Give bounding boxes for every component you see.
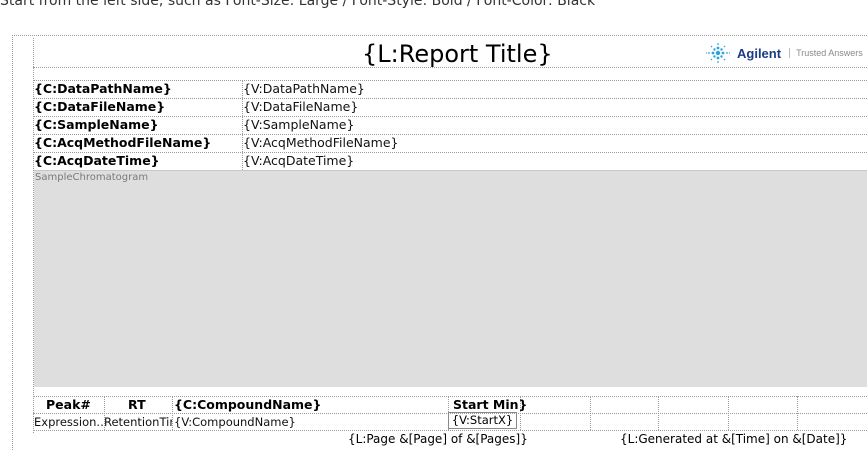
meta-label: {C:SampleName} [34, 117, 159, 132]
left-margin-guide [12, 35, 13, 450]
meta-row-acqdatetime[interactable]: {C:AcqDateTime} {V:AcqDateTime} [34, 152, 867, 170]
col-header-start-min[interactable]: Start Min} [453, 396, 527, 413]
meta-label: {C:AcqDateTime} [34, 153, 160, 168]
table-col-guide-2 [172, 396, 173, 430]
meta-value: {V:SampleName} [243, 117, 355, 132]
report-title-field[interactable]: {L:Report Title} [362, 40, 553, 68]
meta-label: {C:AcqMethodFileName} [34, 135, 212, 150]
meta-value: {V:AcqMethodFileName} [243, 135, 399, 150]
col-header-rt[interactable]: RT [128, 396, 146, 413]
logo-name: Agilent [737, 45, 782, 61]
agilent-logo[interactable]: Agilent Trusted Answers [705, 41, 863, 65]
meta-row-acqmethod[interactable]: {C:AcqMethodFileName} {V:AcqMethodFileNa… [34, 134, 867, 152]
table-col-guide-5 [590, 396, 591, 430]
sample-chromatogram-placeholder[interactable]: SampleChromatogram [34, 170, 867, 387]
cell-compound-name[interactable]: {V:CompoundName} [174, 414, 444, 430]
meta-label: {C:DataPathName} [34, 81, 172, 96]
footer-page-number[interactable]: {L:Page &[Page] of &[Pages]} [348, 432, 528, 446]
meta-value: {V:AcqDateTime} [243, 153, 355, 168]
chromatogram-label: SampleChromatogram [35, 172, 149, 183]
meta-value: {V:DataFileName} [243, 99, 359, 114]
meta-value: {V:DataPathName} [243, 81, 365, 96]
col-header-compound[interactable]: {C:CompoundName} [174, 396, 321, 413]
agilent-spark-icon [705, 43, 731, 63]
cell-retention-time[interactable]: RetentionTir [104, 414, 172, 430]
table-row-bottom-guide [33, 430, 867, 431]
cell-start-x-selected[interactable]: {V:StartX} [448, 412, 517, 429]
footer-generated-at[interactable]: {L:Generated at &[Time] on &[Date]} [620, 432, 847, 446]
meta-row-datafile[interactable]: {C:DataFileName} {V:DataFileName} [34, 98, 867, 116]
meta-row-datapath[interactable]: {C:DataPathName} {V:DataPathName} [34, 80, 867, 98]
meta-label: {C:DataFileName} [34, 99, 166, 114]
table-top-guide [33, 396, 867, 397]
top-margin-guide [12, 35, 867, 36]
cell-peak-expression[interactable]: Expression... [34, 414, 104, 430]
table-col-guide-6 [658, 396, 659, 430]
report-design-canvas[interactable]: {L:Report Title} Agilent Trusted Answers… [0, 0, 867, 450]
meta-row-sample[interactable]: {C:SampleName} {V:SampleName} [34, 116, 867, 134]
table-col-guide-8 [797, 396, 798, 430]
col-header-peak[interactable]: Peak# [46, 396, 91, 413]
table-col-guide-7 [728, 396, 729, 430]
logo-tagline: Trusted Answers [789, 48, 863, 58]
